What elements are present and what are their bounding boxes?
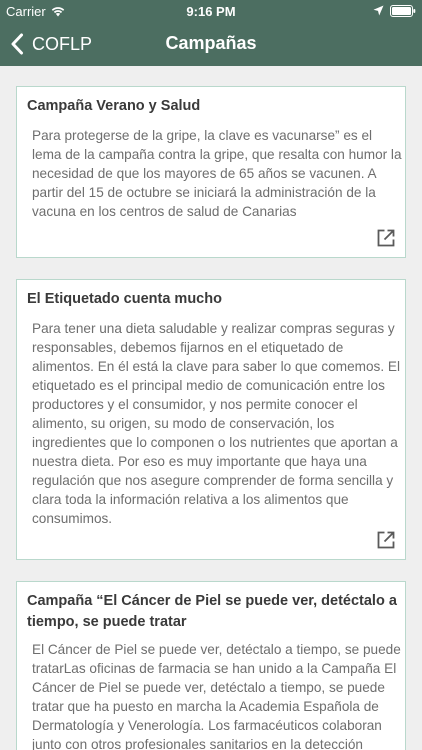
campaign-description: Para tener una dieta saludable y realiza… <box>32 321 400 526</box>
header: Carrier 9:16 PM COFLP Campañas <box>0 0 422 66</box>
battery-icon <box>390 5 416 17</box>
campaign-description: Para protegerse de la gripe, la clave es… <box>32 128 402 219</box>
campaign-title: El Etiquetado cuenta mucho <box>27 291 222 307</box>
open-external-icon[interactable] <box>376 530 396 550</box>
campaign-card[interactable]: El Etiquetado cuenta mucho Para tener un… <box>16 279 406 560</box>
status-bar: Carrier 9:16 PM <box>0 0 422 22</box>
navigation-bar: COFLP Campañas <box>0 22 422 66</box>
campaign-list[interactable]: Campaña Verano y Salud Para protegerse d… <box>0 66 422 750</box>
campaign-description: El Cáncer de Piel se puede ver, detéctal… <box>32 642 401 750</box>
app-screen: Carrier 9:16 PM COFLP Campañas Campaña V… <box>0 0 422 750</box>
campaign-card[interactable]: Campaña Verano y Salud Para protegerse d… <box>16 86 406 258</box>
campaign-card[interactable]: Campaña “El Cáncer de Piel se puede ver,… <box>16 581 406 750</box>
campaign-title: Campaña “El Cáncer de Piel se puede ver,… <box>27 593 397 630</box>
status-time: 9:16 PM <box>186 4 236 19</box>
page-title: Campañas <box>165 33 257 53</box>
campaign-title: Campaña Verano y Salud <box>27 98 201 114</box>
open-external-icon[interactable] <box>376 228 396 248</box>
location-icon <box>373 5 384 16</box>
